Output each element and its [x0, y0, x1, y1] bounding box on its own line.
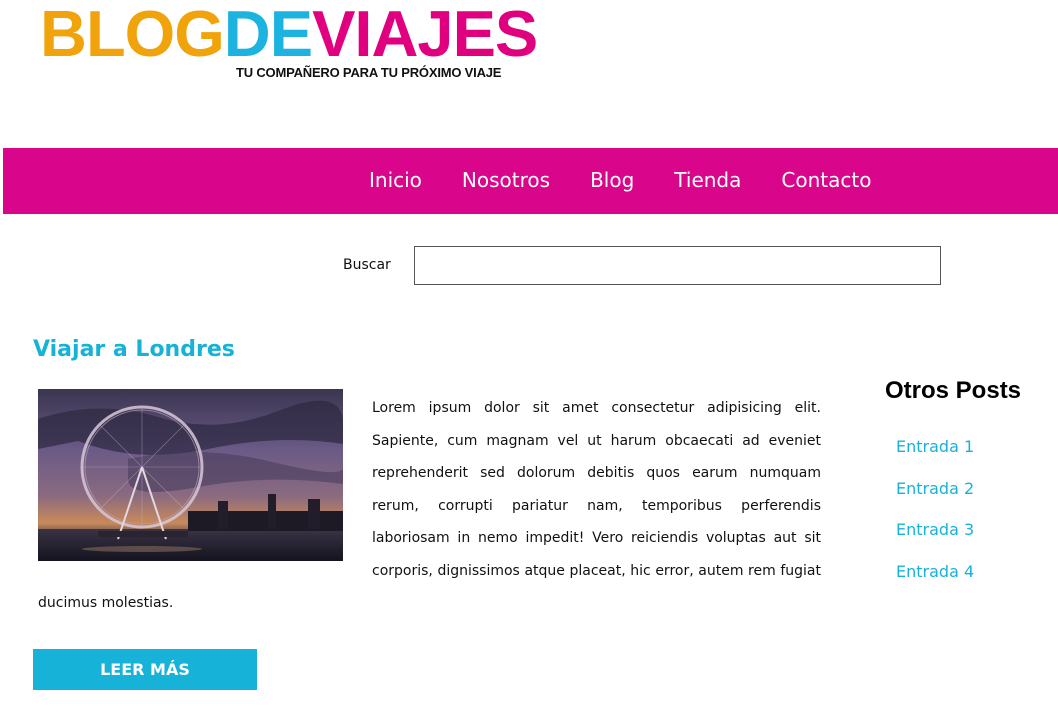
sidebar-item-entrada-3[interactable]: Entrada 3	[896, 517, 974, 559]
sidebar-title: Otros Posts	[885, 377, 1022, 404]
nav-list: Inicio Nosotros Blog Tienda Contacto	[369, 168, 911, 192]
post-body: Lorem ipsum dolor sit amet consectetur a…	[38, 392, 821, 620]
site-logo[interactable]: BLOGDEVIAJES TU COMPAÑERO PARA TU PRÓXIM…	[40, 1, 570, 82]
logo-part-blog: BLOG	[40, 0, 225, 70]
logo-part-viajes: VIAJES	[312, 0, 538, 70]
sidebar-list: Entrada 1 Entrada 2 Entrada 3 Entrada 4	[896, 434, 974, 600]
sidebar-item-entrada-1[interactable]: Entrada 1	[896, 434, 974, 476]
logo-tagline: TU COMPAÑERO PARA TU PRÓXIMO VIAJE	[236, 65, 502, 80]
logo-part-de: DE	[223, 0, 313, 70]
nav-item-contacto[interactable]: Contacto	[781, 168, 871, 192]
main-nav: Inicio Nosotros Blog Tienda Contacto	[3, 148, 1058, 214]
read-more-button[interactable]: LEER MÁS	[33, 649, 257, 690]
nav-item-nosotros[interactable]: Nosotros	[462, 168, 550, 192]
post-title[interactable]: Viajar a Londres	[33, 337, 235, 362]
nav-item-tienda[interactable]: Tienda	[674, 168, 741, 192]
search-label: Buscar	[343, 257, 391, 273]
sidebar-item-entrada-4[interactable]: Entrada 4	[896, 559, 974, 601]
search-input[interactable]	[414, 246, 941, 285]
nav-item-inicio[interactable]: Inicio	[369, 168, 422, 192]
sidebar-item-entrada-2[interactable]: Entrada 2	[896, 476, 974, 518]
logo-wordmark: BLOGDEVIAJES	[40, 1, 570, 66]
nav-item-blog[interactable]: Blog	[590, 168, 634, 192]
